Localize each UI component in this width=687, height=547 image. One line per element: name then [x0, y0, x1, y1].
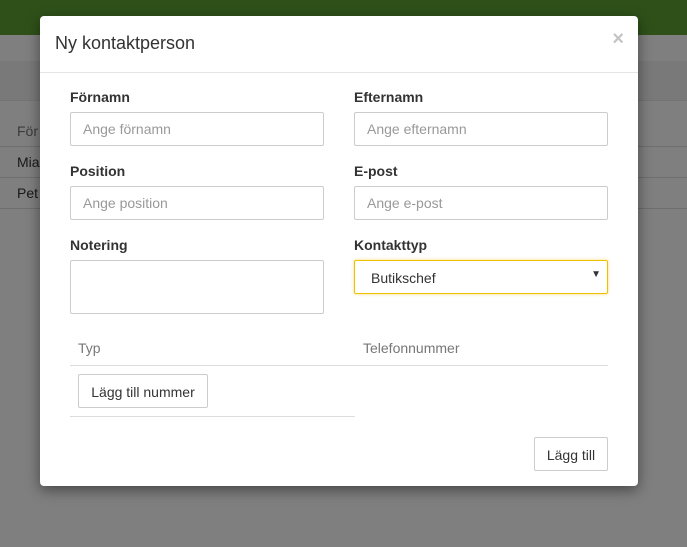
add-number-button[interactable]: Lägg till nummer	[78, 374, 208, 408]
first-name-label: Förnamn	[70, 89, 130, 105]
phone-table-header: Typ Telefonnummer	[70, 334, 608, 366]
close-icon[interactable]: ×	[612, 29, 624, 49]
modal-header: Ny kontaktperson ×	[40, 16, 638, 73]
contact-type-selected-value: Butikschef	[371, 270, 436, 286]
modal-title: Ny kontaktperson	[55, 33, 196, 53]
email-label: E-post	[354, 163, 398, 179]
note-label: Notering	[70, 237, 128, 253]
new-contact-modal: Ny kontaktperson × Förnamn Efternamn Pos…	[40, 16, 638, 486]
contact-type-select[interactable]: Butikschef ▼	[354, 260, 608, 294]
position-input[interactable]	[70, 186, 324, 220]
position-label: Position	[70, 163, 126, 179]
add-contact-button[interactable]: Lägg till	[534, 437, 608, 471]
phone-type-column-header: Typ	[78, 340, 101, 356]
last-name-input[interactable]	[354, 112, 608, 146]
last-name-label: Efternamn	[354, 89, 424, 105]
contact-type-label: Kontakttyp	[354, 237, 428, 253]
email-input[interactable]	[354, 186, 608, 220]
phone-number-column-header: Telefonnummer	[363, 340, 460, 356]
caret-down-icon: ▼	[591, 269, 601, 280]
note-textarea[interactable]	[70, 260, 324, 314]
divider	[70, 416, 355, 417]
first-name-input[interactable]	[70, 112, 324, 146]
